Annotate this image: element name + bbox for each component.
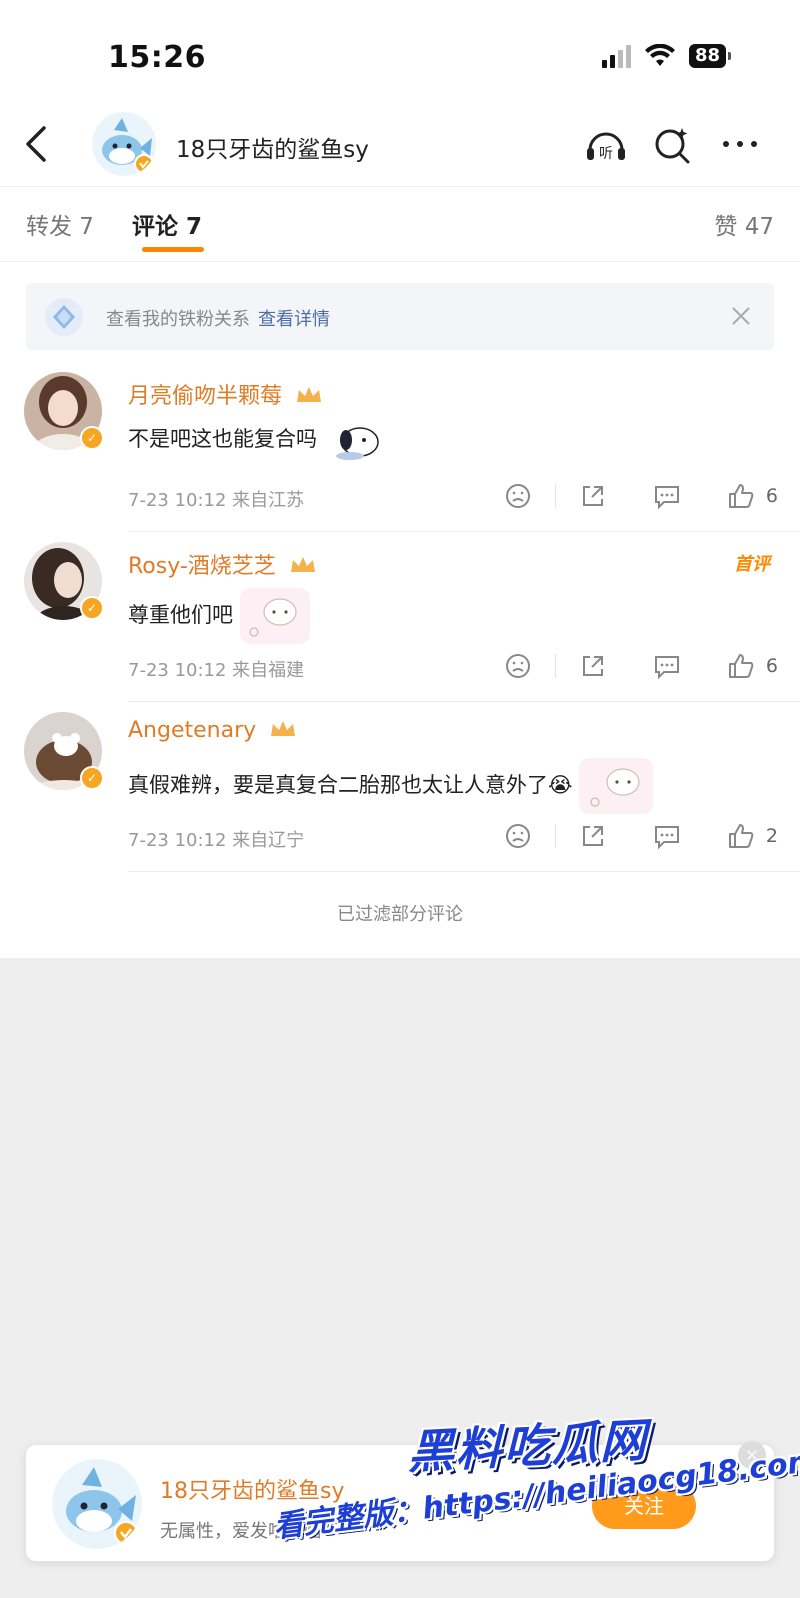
share-icon[interactable]	[576, 649, 610, 683]
commenter-name[interactable]: 月亮偷吻半颗莓	[128, 384, 282, 409]
like-icon[interactable]	[724, 649, 758, 683]
crown-icon	[297, 387, 322, 402]
share-icon[interactable]	[576, 819, 610, 853]
like-icon[interactable]	[724, 819, 758, 853]
tab-likes[interactable]: 赞 47	[714, 207, 774, 241]
close-icon[interactable]	[726, 301, 756, 331]
commenter-name[interactable]: Rosy-酒烧芝芝	[128, 554, 276, 579]
comment-meta: 7-23 10:12 来自江苏	[128, 490, 305, 511]
back-button[interactable]	[18, 122, 54, 166]
tab-bar: 转发 7 评论 7 赞 47	[0, 186, 800, 262]
post-header: 18只牙齿的鲨鱼sy 听	[0, 108, 800, 182]
comment-text: 不是吧这也能复合吗	[128, 427, 317, 451]
tab-reposts[interactable]: 转发 7	[26, 207, 94, 241]
verified-badge: ✓	[80, 766, 104, 790]
page-content: 15:26 88 18只牙齿的鲨鱼sy 听 转发 7 评论 7 赞 47 查看我…	[0, 0, 800, 958]
reply-icon[interactable]	[650, 479, 684, 513]
crown-icon	[271, 721, 296, 736]
dislike-icon[interactable]	[501, 479, 535, 513]
divider	[128, 871, 800, 872]
first-comment-badge: 首评	[734, 554, 770, 575]
fan-relation-banner[interactable]: 查看我的铁粉关系 查看详情	[26, 283, 774, 350]
tab-comments[interactable]: 评论 7	[132, 207, 202, 241]
dislike-icon[interactable]	[501, 819, 535, 853]
like-icon[interactable]	[724, 479, 758, 513]
comment-item: ✓ 月亮偷吻半颗莓 不是吧这也能复合吗 7-23 10:12 来自江苏 6	[0, 360, 800, 532]
filtered-comments-note: 已过滤部分评论	[337, 904, 463, 925]
active-tab-indicator	[142, 247, 204, 252]
cellular-signal-icon	[601, 44, 631, 68]
separator	[554, 484, 556, 508]
separator	[554, 654, 556, 678]
search-icon[interactable]	[650, 124, 694, 164]
share-icon[interactable]	[576, 479, 610, 513]
like-count: 6	[765, 655, 778, 677]
like-count: 2	[765, 825, 778, 847]
more-menu-icon[interactable]	[718, 124, 762, 164]
verified-badge: ✓	[80, 596, 104, 620]
dislike-icon[interactable]	[501, 649, 535, 683]
comment-meta: 7-23 10:12 来自辽宁	[128, 830, 305, 851]
battery-indicator: 88	[688, 44, 732, 68]
crown-icon	[290, 557, 315, 572]
comment-text: 真假难辨，要是真复合二胎那也太让人意外了😭	[128, 773, 573, 797]
commenter-name[interactable]: Angetenary	[128, 718, 256, 743]
svg-text:听: 听	[599, 146, 613, 162]
author-avatar[interactable]	[52, 1459, 142, 1549]
listen-button[interactable]: 听	[584, 124, 628, 164]
comment-text: 尊重他们吧	[128, 603, 233, 627]
banner-text: 查看我的铁粉关系	[106, 309, 250, 330]
cat-sticker-icon	[579, 758, 654, 814]
author-avatar[interactable]	[92, 112, 156, 176]
wifi-icon	[644, 44, 675, 66]
comment-item: ✓ Rosy-酒烧芝芝 首评 尊重他们吧 7-23 10:12 来自福建 6	[0, 530, 800, 702]
cat-sticker-icon	[239, 588, 310, 644]
dog-sticker-icon	[335, 427, 379, 460]
reply-icon[interactable]	[650, 819, 684, 853]
status-time: 15:26	[108, 40, 206, 75]
comment-item: ✓ Angetenary 真假难辨，要是真复合二胎那也太让人意外了😭 7-23 …	[0, 700, 800, 872]
author-name[interactable]: 18只牙齿的鲨鱼sy	[176, 130, 369, 164]
like-count: 6	[765, 485, 778, 507]
status-icons: 88	[601, 44, 732, 68]
diamond-icon	[45, 298, 83, 336]
view-details-link[interactable]: 查看详情	[258, 309, 330, 330]
verified-badge: ✓	[80, 426, 104, 450]
separator	[554, 824, 556, 848]
comment-meta: 7-23 10:12 来自福建	[128, 660, 305, 681]
reply-icon[interactable]	[650, 649, 684, 683]
